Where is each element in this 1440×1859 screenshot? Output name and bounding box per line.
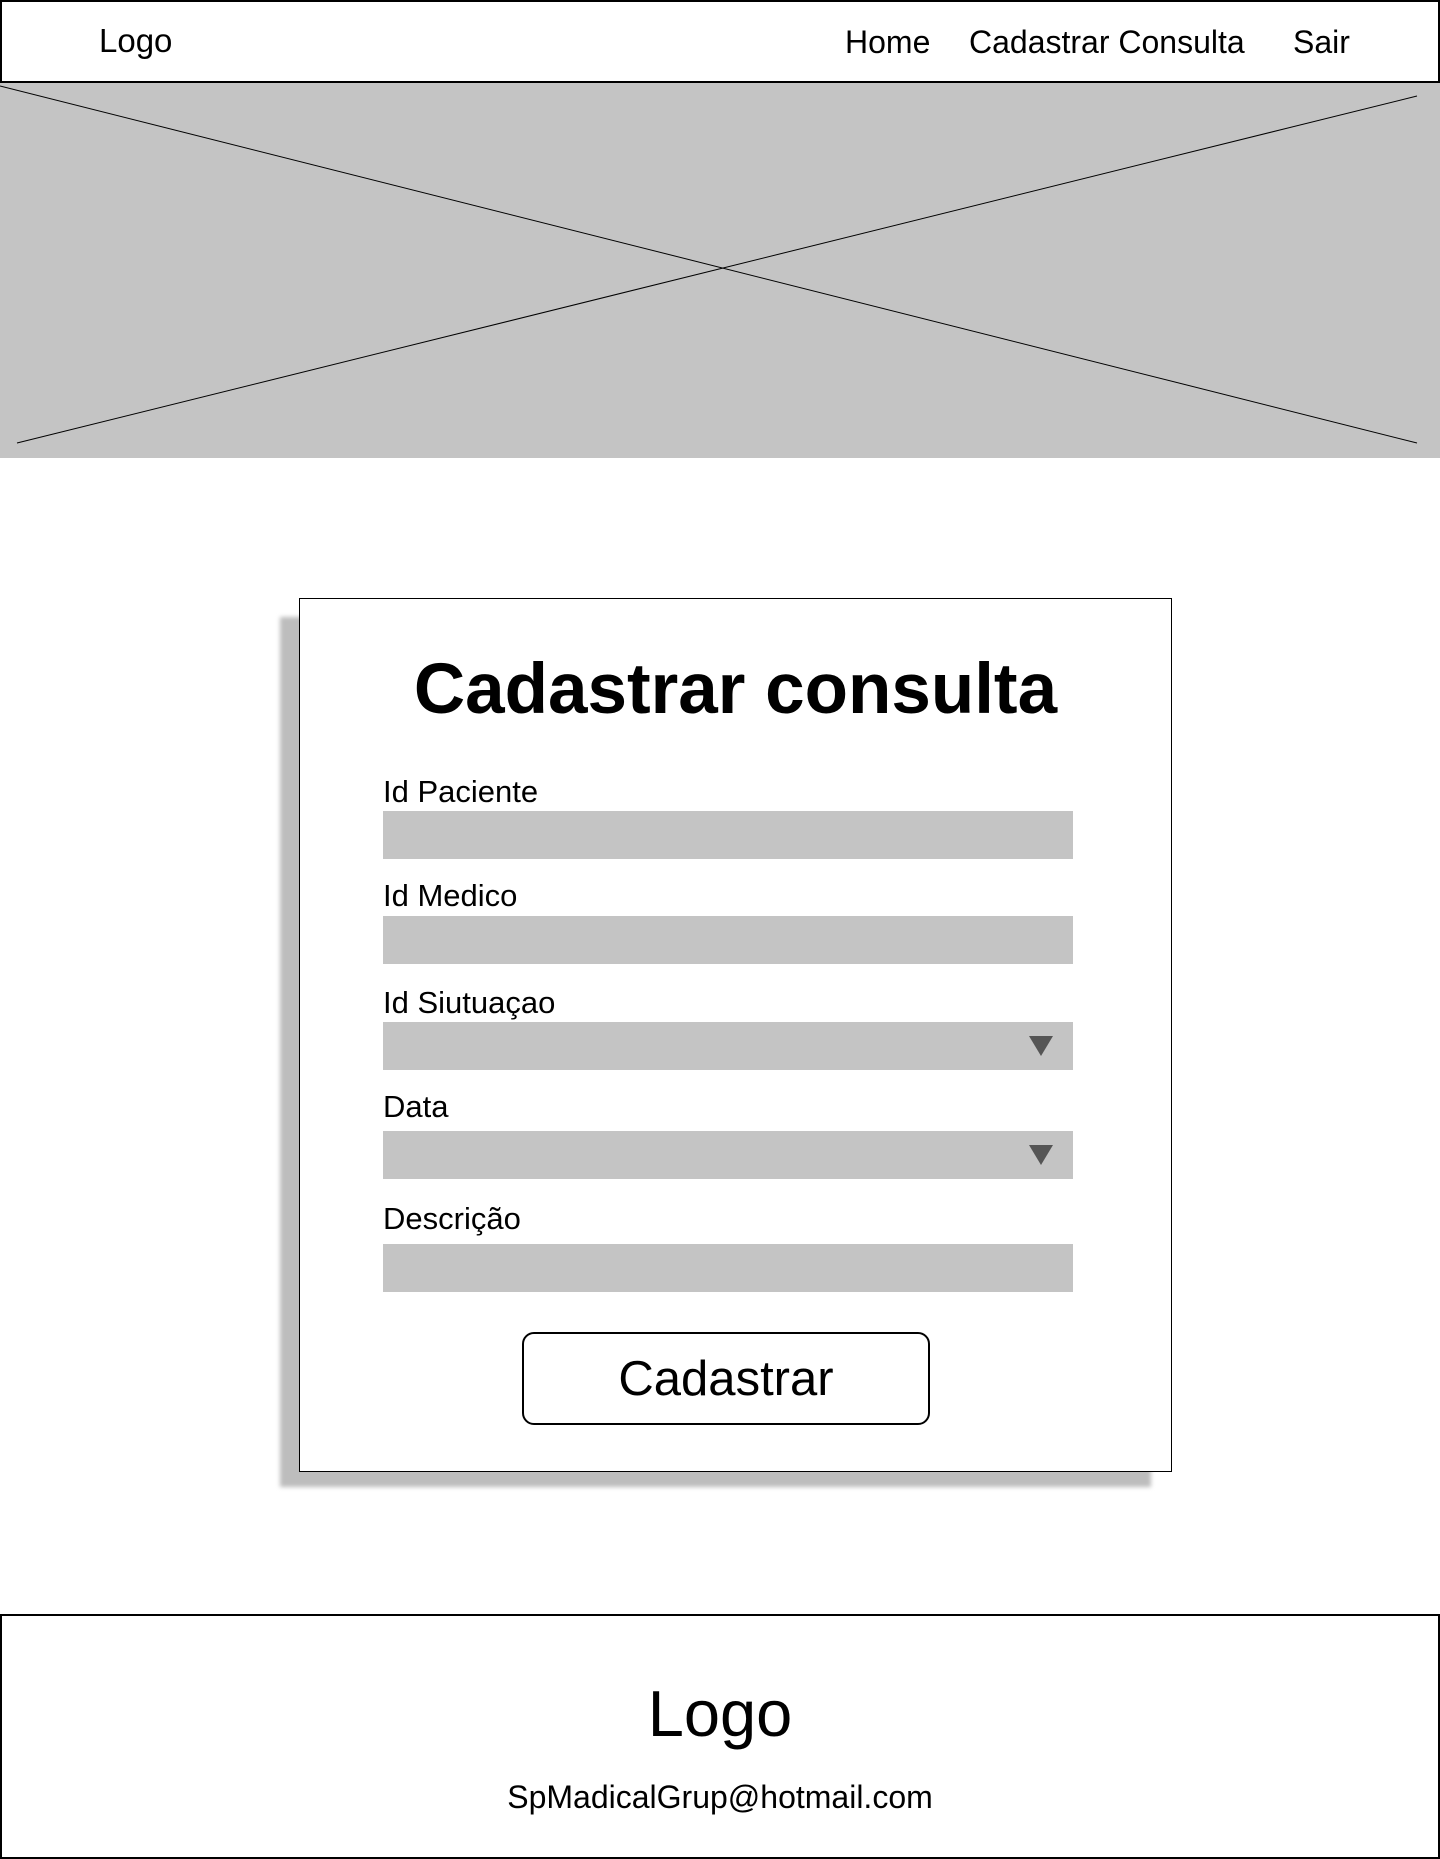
- id-medico-label: Id Medico: [383, 878, 518, 913]
- id-paciente-input[interactable]: [383, 811, 1073, 859]
- descricao-label: Descrição: [383, 1201, 521, 1236]
- footer: Logo SpMadicalGrup@hotmail.com: [0, 1614, 1440, 1859]
- footer-logo: Logo: [647, 1677, 793, 1750]
- id-situacao-label: Id Siutuaçao: [383, 985, 556, 1020]
- placeholder-cross-line-a: [0, 85, 1418, 444]
- header: Logo Home Cadastrar Consulta Sair: [0, 0, 1440, 83]
- data-label: Data: [383, 1089, 449, 1124]
- footer-email: SpMadicalGrup@hotmail.com: [507, 1779, 933, 1815]
- id-situacao-select[interactable]: [383, 1022, 1073, 1070]
- form-title: Cadastrar consulta: [413, 650, 1058, 729]
- caret-down-icon: [1029, 1145, 1053, 1165]
- cadastrar-button[interactable]: Cadastrar: [522, 1332, 930, 1425]
- image-placeholder-icon: [0, 85, 1418, 444]
- cadastrar-consulta-form: Cadastrar consulta Id Paciente Id Medico…: [299, 598, 1172, 1472]
- nav-cadastrar-consulta-link[interactable]: Cadastrar Consulta: [969, 24, 1245, 61]
- placeholder-cross-line-b: [16, 95, 1418, 444]
- caret-down-icon: [1029, 1036, 1053, 1056]
- id-medico-input[interactable]: [383, 916, 1073, 964]
- data-select[interactable]: [383, 1131, 1073, 1179]
- page: Logo Home Cadastrar Consulta Sair Cadast…: [0, 0, 1440, 1859]
- nav-home-link[interactable]: Home: [845, 24, 930, 61]
- nav-sair-link[interactable]: Sair: [1293, 24, 1350, 61]
- id-paciente-label: Id Paciente: [383, 774, 539, 809]
- hero-image-placeholder: [0, 83, 1440, 458]
- descricao-input[interactable]: [383, 1244, 1073, 1292]
- header-logo[interactable]: Logo: [99, 22, 172, 60]
